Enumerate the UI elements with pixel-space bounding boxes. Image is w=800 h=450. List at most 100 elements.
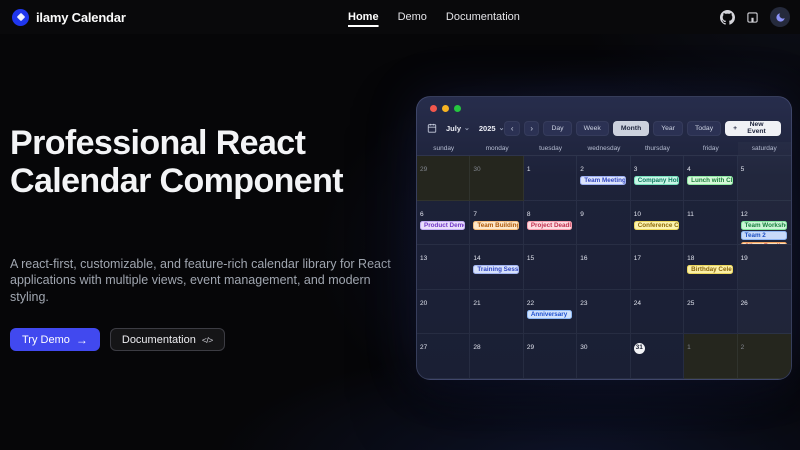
day-number: 7 bbox=[473, 210, 477, 220]
day-cell-24[interactable]: 24 bbox=[631, 290, 684, 335]
page-title: Professional React Calendar Component bbox=[10, 124, 364, 201]
weekday-label: wednesday bbox=[577, 142, 630, 155]
brand[interactable]: ilamy Calendar bbox=[12, 9, 126, 26]
day-number: 5 bbox=[741, 165, 745, 175]
window-dot bbox=[442, 105, 449, 112]
day-cell-12[interactable]: 12Team WorkshopTeam 2Client Feedback Ses… bbox=[738, 201, 791, 246]
window-controls bbox=[430, 105, 461, 112]
day-cell-2[interactable]: 2Team Meeting bbox=[577, 156, 630, 201]
nav-link-documentation[interactable]: Documentation bbox=[446, 11, 520, 23]
day-number: 10 bbox=[634, 210, 641, 220]
try-demo-button[interactable]: Try Demo → bbox=[10, 328, 100, 351]
weekday-label: monday bbox=[470, 142, 523, 155]
view-button-year[interactable]: Year bbox=[653, 121, 683, 136]
day-cell-29[interactable]: 29 bbox=[417, 156, 470, 201]
npm-icon[interactable] bbox=[746, 11, 759, 24]
day-cell-9[interactable]: 9 bbox=[577, 201, 630, 246]
view-button-week[interactable]: Week bbox=[576, 121, 609, 136]
day-number: 14 bbox=[473, 254, 480, 264]
day-number: 27 bbox=[420, 343, 427, 353]
day-cell-29[interactable]: 29 bbox=[524, 334, 577, 379]
day-cell-17[interactable]: 17 bbox=[631, 245, 684, 290]
event-pill[interactable]: Lunch with Client bbox=[687, 176, 732, 185]
event-pill[interactable]: Project Deadline bbox=[527, 221, 572, 230]
day-cell-2[interactable]: 2 bbox=[738, 334, 791, 379]
nav-link-home[interactable]: Home bbox=[348, 11, 379, 23]
toolbar-left: July ⌄ 2025 ⌄ bbox=[427, 123, 504, 133]
next-button[interactable]: › bbox=[524, 121, 540, 136]
event-pill[interactable]: Product Demo bbox=[420, 221, 465, 230]
event-pill[interactable]: Team Building bbox=[473, 221, 518, 230]
month-dropdown[interactable]: July ⌄ bbox=[446, 124, 470, 133]
day-number: 1 bbox=[687, 343, 691, 353]
weekday-label: saturday bbox=[738, 142, 791, 155]
day-cell-25[interactable]: 25 bbox=[684, 290, 737, 335]
day-number: 20 bbox=[420, 299, 427, 309]
day-cell-3[interactable]: 3Company Holiday bbox=[631, 156, 684, 201]
day-number: 29 bbox=[420, 165, 427, 175]
day-cell-5[interactable]: 5 bbox=[738, 156, 791, 201]
day-number: 26 bbox=[741, 299, 748, 309]
calendar-grid: 293012Team Meeting3Company Holiday4Lunch… bbox=[417, 156, 791, 379]
hero-description: A react-first, customizable, and feature… bbox=[10, 256, 408, 305]
documentation-button[interactable]: Documentation </> bbox=[110, 328, 225, 351]
new-event-button[interactable]: + New Event bbox=[725, 121, 781, 136]
year-dropdown[interactable]: 2025 ⌄ bbox=[479, 124, 505, 133]
day-cell-19[interactable]: 19 bbox=[738, 245, 791, 290]
day-cell-16[interactable]: 16 bbox=[577, 245, 630, 290]
day-cell-11[interactable]: 11 bbox=[684, 201, 737, 246]
month-label: July bbox=[446, 124, 461, 133]
day-cell-4[interactable]: 4Lunch with Client bbox=[684, 156, 737, 201]
day-number: 22 bbox=[527, 299, 534, 309]
day-number: 11 bbox=[687, 210, 694, 220]
day-cell-8[interactable]: 8Project Deadline bbox=[524, 201, 577, 246]
event-pill[interactable]: Company Holiday bbox=[634, 176, 679, 185]
event-pill[interactable]: Team Meeting bbox=[580, 176, 625, 185]
day-number: 18 bbox=[687, 254, 694, 264]
toolbar-right: ‹ › Day Week Month Year Today + New Event bbox=[504, 121, 781, 136]
day-cell-10[interactable]: 10Conference Call bbox=[631, 201, 684, 246]
day-cell-30[interactable]: 30 bbox=[470, 156, 523, 201]
view-button-day[interactable]: Day bbox=[543, 121, 571, 136]
day-number: 15 bbox=[527, 254, 534, 264]
day-number: 13 bbox=[420, 254, 427, 264]
day-cell-6[interactable]: 6Product Demo bbox=[417, 201, 470, 246]
day-number: 24 bbox=[634, 299, 641, 309]
event-pill[interactable]: Birthday Celebration bbox=[687, 265, 732, 274]
navbar: ilamy Calendar Home Demo Documentation bbox=[0, 0, 800, 34]
day-number: 1 bbox=[527, 165, 531, 175]
nav-actions bbox=[720, 0, 790, 34]
day-cell-18[interactable]: 18Birthday Celebration bbox=[684, 245, 737, 290]
day-number: 12 bbox=[741, 210, 748, 220]
day-cell-14[interactable]: 14Training Session bbox=[470, 245, 523, 290]
day-cell-23[interactable]: 23 bbox=[577, 290, 630, 335]
day-number: 30 bbox=[580, 343, 587, 353]
event-pill[interactable]: Training Session bbox=[473, 265, 518, 274]
day-cell-15[interactable]: 15 bbox=[524, 245, 577, 290]
calendar-icon bbox=[427, 123, 437, 133]
day-cell-7[interactable]: 7Team Building bbox=[470, 201, 523, 246]
day-cell-20[interactable]: 20 bbox=[417, 290, 470, 335]
event-pill[interactable]: Team 2 bbox=[741, 231, 787, 240]
day-cell-27[interactable]: 27 bbox=[417, 334, 470, 379]
theme-toggle-moon-icon[interactable] bbox=[770, 7, 790, 27]
day-cell-26[interactable]: 26 bbox=[738, 290, 791, 335]
event-pill[interactable]: Anniversary bbox=[527, 310, 572, 319]
window-dot bbox=[430, 105, 437, 112]
event-pill[interactable]: Team Workshop bbox=[741, 221, 787, 230]
day-cell-31[interactable]: 31 bbox=[631, 334, 684, 379]
event-pill[interactable]: Conference Call bbox=[634, 221, 679, 230]
day-cell-13[interactable]: 13 bbox=[417, 245, 470, 290]
day-cell-1[interactable]: 1 bbox=[684, 334, 737, 379]
view-button-month[interactable]: Month bbox=[613, 121, 649, 136]
weekday-row: sundaymondaytuesdaywednesdaythursdayfrid… bbox=[417, 142, 791, 156]
prev-button[interactable]: ‹ bbox=[504, 121, 520, 136]
github-icon[interactable] bbox=[720, 10, 735, 25]
nav-link-demo[interactable]: Demo bbox=[398, 11, 427, 23]
day-cell-30[interactable]: 30 bbox=[577, 334, 630, 379]
day-cell-1[interactable]: 1 bbox=[524, 156, 577, 201]
day-cell-22[interactable]: 22Anniversary bbox=[524, 290, 577, 335]
today-button[interactable]: Today bbox=[687, 121, 721, 136]
day-cell-21[interactable]: 21 bbox=[470, 290, 523, 335]
day-cell-28[interactable]: 28 bbox=[470, 334, 523, 379]
